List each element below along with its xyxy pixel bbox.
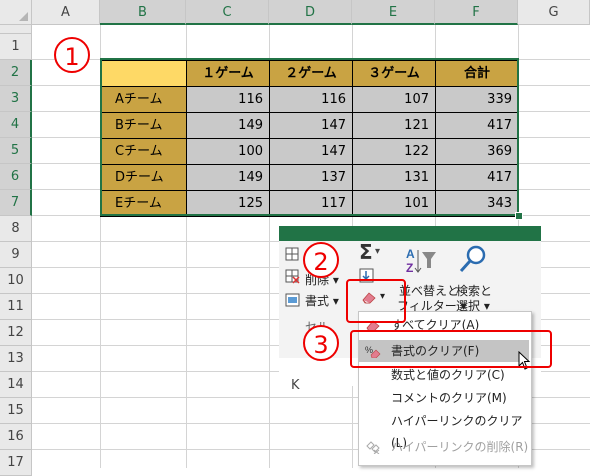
total-cell[interactable]: 343 [435, 190, 519, 217]
row-header-11[interactable]: 11 [0, 294, 32, 320]
score-cell[interactable]: 101 [352, 190, 436, 217]
menu-item-clear-contents[interactable]: 数式と値のクリア(C) [359, 364, 529, 386]
insert-cells-icon[interactable] [285, 246, 301, 262]
clear-dropdown-menu: すべてクリア(A) % 書式のクリア(F) 数式と値のクリア(C) コメントのク… [358, 311, 532, 466]
team-name-cell[interactable]: Aチーム [100, 86, 187, 113]
score-cell[interactable]: 116 [186, 86, 270, 113]
total-cell[interactable]: 369 [435, 138, 519, 165]
row-header-4[interactable]: 4 [0, 112, 32, 138]
score-cell[interactable]: 137 [269, 164, 353, 191]
fill-handle[interactable] [515, 212, 523, 220]
sort-filter-icon[interactable]: A Z [404, 246, 438, 276]
column-header-c[interactable]: C [186, 0, 269, 25]
chevron-down-icon[interactable]: ▾ [375, 246, 380, 257]
row-header-3[interactable]: 3 [0, 86, 32, 112]
column-header-e[interactable]: E [352, 0, 435, 25]
column-header-g[interactable]: G [518, 0, 590, 25]
score-cell[interactable]: 100 [186, 138, 270, 165]
table-header-game3[interactable]: ３ゲーム [352, 60, 436, 87]
team-name-cell[interactable]: Bチーム [100, 112, 187, 139]
format-cells-icon[interactable] [285, 292, 301, 308]
column-header-a[interactable]: A [32, 0, 100, 25]
menu-item-label: すべてクリア(A) [391, 318, 480, 332]
menu-item-label: 書式のクリア(F) [391, 344, 480, 358]
row-header-10[interactable]: 10 [0, 268, 32, 294]
row-header-2[interactable]: 2 [0, 60, 32, 86]
score-cell[interactable]: 107 [352, 86, 436, 113]
column-header-k[interactable]: K [291, 378, 300, 393]
column-header-d[interactable]: D [269, 0, 352, 25]
step-1-marker: 1 [54, 37, 90, 73]
menu-item-label: 数式と値のクリア(C) [391, 368, 505, 382]
team-name-cell[interactable]: Dチーム [100, 164, 187, 191]
column-header-f[interactable]: F [435, 0, 518, 25]
search-icon[interactable] [458, 244, 488, 276]
menu-item-clear-formats[interactable]: % 書式のクリア(F) [359, 340, 529, 362]
team-name-cell[interactable]: Eチーム [100, 190, 187, 217]
select-all-corner[interactable] [0, 0, 32, 25]
score-cell[interactable]: 149 [186, 164, 270, 191]
menu-item-clear-all[interactable]: すべてクリア(A) [359, 314, 529, 336]
ribbon-title-bar [279, 226, 541, 241]
score-cell[interactable]: 122 [352, 138, 436, 165]
row-header-7[interactable]: 7 [0, 190, 32, 216]
total-cell[interactable]: 417 [435, 164, 519, 191]
row-header-1[interactable]: 1 [0, 34, 32, 60]
row-header-9[interactable]: 9 [0, 242, 32, 268]
svg-text:Z: Z [406, 261, 413, 275]
score-cell[interactable]: 125 [186, 190, 270, 217]
team-name-cell[interactable]: Cチーム [100, 138, 187, 165]
menu-item-label: コメントのクリア(M) [391, 391, 507, 405]
table-header-total[interactable]: 合計 [435, 60, 519, 87]
score-cell[interactable]: 121 [352, 112, 436, 139]
menu-item-label: ハイパーリンクの削除(R) [391, 440, 529, 454]
row-header-15[interactable]: 15 [0, 398, 32, 424]
row-header-13[interactable]: 13 [0, 346, 32, 372]
table-corner-cell[interactable] [100, 60, 187, 87]
column-header-b[interactable]: B [100, 0, 186, 25]
total-cell[interactable]: 417 [435, 112, 519, 139]
row-header-filler [0, 25, 32, 34]
score-cell[interactable]: 117 [269, 190, 353, 217]
row-header-17[interactable]: 17 [0, 450, 32, 476]
score-cell[interactable]: 116 [269, 86, 353, 113]
row-header-14[interactable]: 14 [0, 372, 32, 398]
svg-text:A: A [406, 247, 415, 261]
total-cell[interactable]: 339 [435, 86, 519, 113]
clear-dropdown-chevron-icon[interactable]: ▾ [380, 291, 385, 302]
score-cell[interactable]: 131 [352, 164, 436, 191]
svg-text:%: % [365, 345, 373, 355]
remove-link-icon [366, 441, 380, 454]
score-cell[interactable]: 147 [269, 112, 353, 139]
step-2-marker: 2 [303, 242, 339, 278]
row-header-8[interactable]: 8 [0, 216, 32, 242]
format-label[interactable]: 書式 ▾ [305, 292, 339, 309]
score-cell[interactable]: 147 [269, 138, 353, 165]
autosum-icon[interactable]: Σ [359, 240, 373, 264]
eraser-icon [366, 320, 380, 332]
menu-item-clear-comments[interactable]: コメントのクリア(M) [359, 387, 529, 409]
eraser-icon[interactable] [361, 290, 377, 304]
row-header-5[interactable]: 5 [0, 138, 32, 164]
menu-item-clear-hyperlinks[interactable]: ハイパーリンクのクリア(L) [359, 410, 529, 450]
clear-formats-icon: % [365, 345, 381, 358]
row-header-12[interactable]: 12 [0, 320, 32, 346]
row-header-6[interactable]: 6 [0, 164, 32, 190]
row-header-16[interactable]: 16 [0, 424, 32, 450]
step-3-marker: 3 [303, 325, 339, 361]
score-cell[interactable]: 149 [186, 112, 270, 139]
menu-item-remove-hyperlinks[interactable]: ハイパーリンクの削除(R) [359, 436, 529, 458]
table-header-game2[interactable]: ２ゲーム [269, 60, 353, 87]
mouse-pointer-icon [518, 351, 531, 370]
delete-cells-icon[interactable] [285, 268, 301, 284]
table-header-game1[interactable]: １ゲーム [186, 60, 270, 87]
fill-icon[interactable] [359, 268, 375, 284]
